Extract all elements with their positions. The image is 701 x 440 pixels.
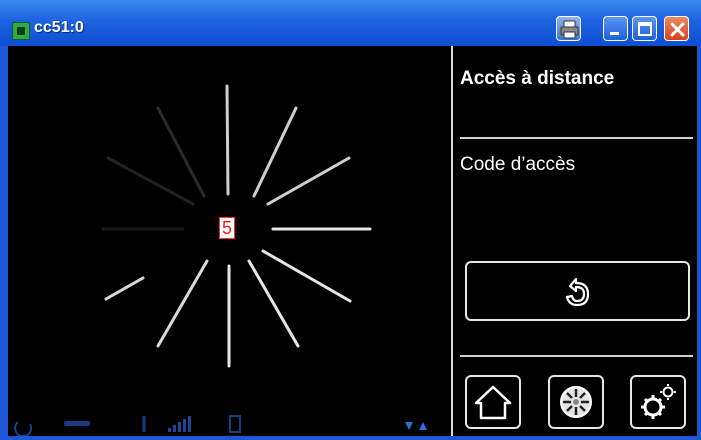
application-window: cc51:0 5 Accès à distance Code d’accès	[0, 0, 701, 440]
spinner-spoke	[156, 259, 209, 348]
maximize-button[interactable]	[632, 16, 657, 41]
back-button[interactable]	[465, 261, 690, 321]
page-title: Accès à distance	[460, 68, 615, 89]
printer-icon	[560, 20, 579, 39]
access-code-label: Code d’accès	[460, 154, 576, 175]
title-bar[interactable]: cc51:0	[0, 0, 701, 46]
spinner-spoke	[156, 106, 206, 198]
settings-button[interactable]	[630, 375, 686, 429]
panel-divider	[451, 46, 453, 436]
close-button[interactable]	[664, 16, 689, 41]
minimize-icon	[610, 32, 619, 35]
spinner-spoke	[252, 106, 298, 198]
signal-bars-icon	[168, 416, 191, 432]
spinner-spoke	[261, 249, 352, 303]
close-icon	[670, 22, 685, 37]
title-separator	[460, 137, 693, 139]
back-arrow-icon	[565, 277, 590, 307]
transfer-arrows-icon	[405, 422, 427, 430]
spinner-count: 5	[219, 217, 235, 239]
device-screen: 5 Accès à distance Code d’accès	[8, 46, 697, 436]
gears-icon	[641, 384, 676, 419]
minimize-button[interactable]	[603, 16, 628, 41]
status-bar	[14, 415, 427, 436]
spinner-spoke	[106, 156, 195, 206]
nav-separator	[460, 355, 693, 357]
maximize-icon	[638, 22, 652, 36]
spinner-spoke	[104, 276, 145, 301]
print-button[interactable]	[556, 16, 581, 41]
window-title: cc51:0	[34, 19, 84, 36]
spinner-spoke	[225, 84, 230, 196]
home-icon	[474, 385, 512, 420]
home-button[interactable]	[465, 375, 521, 429]
app-icon	[12, 22, 30, 40]
refresh-icon	[14, 421, 33, 436]
radial-display-icon	[560, 386, 592, 418]
display-button[interactable]	[548, 375, 604, 429]
device-icon	[229, 415, 241, 433]
link-icon	[64, 421, 90, 426]
spinner-spoke	[247, 259, 300, 348]
spinner-spoke	[266, 156, 351, 206]
